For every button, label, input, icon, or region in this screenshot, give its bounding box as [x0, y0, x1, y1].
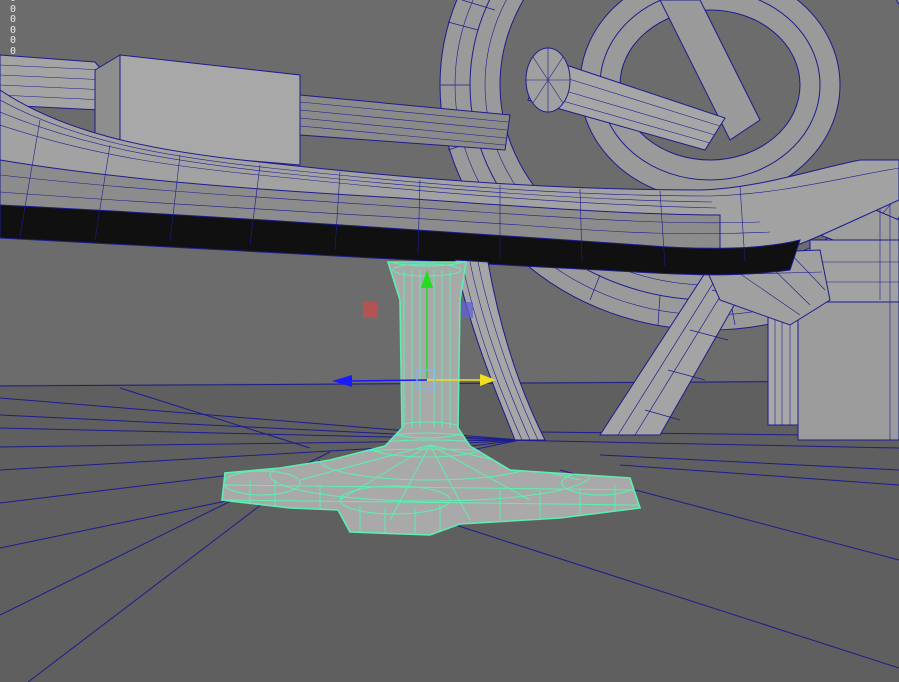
hud-readout: 0 0 0 0 0 0: [10, 0, 16, 57]
hud-value: 0: [10, 35, 17, 46]
3d-viewport[interactable]: 0 0 0 0 0 0: [0, 0, 899, 682]
z-axis-handle[interactable]: [349, 379, 428, 382]
hud-value: 0: [10, 14, 17, 25]
hud-value: 0: [10, 45, 17, 57]
plane-handle-red[interactable]: [363, 302, 378, 318]
plane-handle-blue[interactable]: [462, 302, 473, 318]
viewport-canvas[interactable]: [0, 0, 899, 682]
